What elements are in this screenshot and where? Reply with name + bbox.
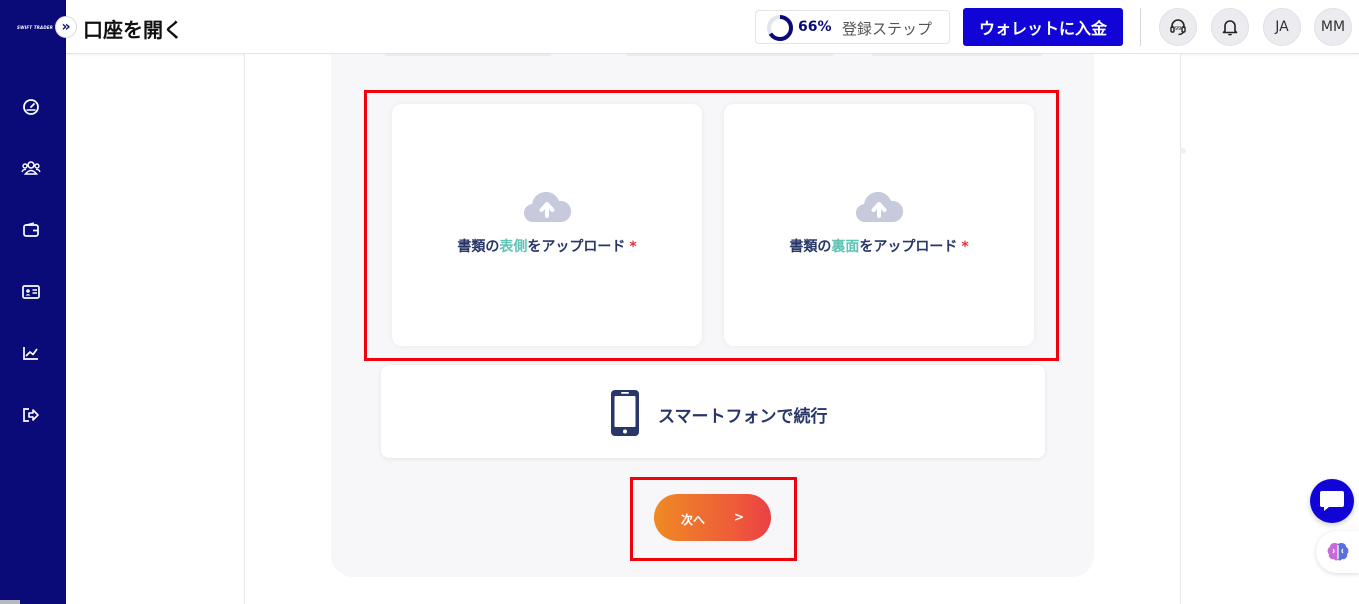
upload-front-dropzone[interactable]: 書類の表側をアップロード * — [392, 104, 702, 346]
header-divider — [1140, 8, 1141, 46]
ai-assistant-button[interactable] — [1316, 531, 1359, 573]
chevron-right-icon: > — [734, 510, 745, 524]
users-icon[interactable] — [21, 158, 41, 178]
double-chevron-right-icon: » — [61, 19, 71, 35]
cloud-upload-icon — [523, 191, 572, 223]
top-header: » 口座を開く 66% 登録ステップ ウォレットに入金 99 JA MM — [55, 0, 1359, 54]
brand-logo[interactable]: SWIFT TRADER — [17, 25, 53, 31]
upload-front-label: 書類の表側をアップロード * — [457, 239, 637, 255]
headset-icon: 99 — [1170, 19, 1186, 36]
notifications-button[interactable] — [1211, 8, 1249, 46]
previous-field-edge — [872, 54, 1042, 56]
page-title: 口座を開く — [83, 18, 183, 42]
support-button[interactable]: 99 — [1159, 8, 1197, 46]
user-avatar[interactable]: MM — [1314, 8, 1352, 46]
registration-progress[interactable]: 66% 登録ステップ — [755, 10, 950, 44]
wallet-icon[interactable] — [21, 220, 41, 240]
scrollbar-thumb[interactable] — [0, 600, 20, 604]
progress-percent: 66% — [798, 19, 832, 35]
id-card-icon[interactable] — [21, 282, 41, 302]
decorative-dot — [1180, 148, 1186, 154]
deposit-wallet-button[interactable]: ウォレットに入金 — [963, 8, 1123, 46]
svg-text:99: 99 — [1175, 26, 1181, 32]
language-selector[interactable]: JA — [1263, 8, 1301, 46]
upload-back-dropzone[interactable]: 書類の裏面をアップロード * — [724, 104, 1034, 346]
cloud-upload-icon — [855, 191, 904, 223]
dashboard-icon[interactable] — [21, 97, 41, 117]
chat-bubble-icon — [1320, 491, 1344, 511]
chart-icon[interactable] — [21, 343, 41, 363]
expand-sidebar-button[interactable]: » — [55, 16, 77, 38]
chat-button[interactable] — [1310, 479, 1354, 523]
progress-ring-icon — [767, 15, 793, 41]
progress-label: 登録ステップ — [842, 20, 933, 38]
continue-on-smartphone-label: スマートフォンで続行 — [658, 407, 828, 427]
upload-back-label: 書類の裏面をアップロード * — [789, 239, 969, 255]
continue-on-smartphone-button[interactable]: スマートフォンで続行 — [381, 365, 1045, 458]
bell-icon — [1222, 20, 1238, 36]
smartphone-icon — [611, 390, 639, 436]
logout-icon[interactable] — [21, 405, 41, 425]
next-button-label: 次へ — [681, 513, 706, 527]
brain-icon — [1327, 543, 1348, 561]
previous-field-edge — [627, 54, 833, 56]
sidebar: SWIFT TRADER — [0, 0, 66, 604]
next-button[interactable]: 次へ > — [654, 494, 771, 541]
previous-field-edge — [385, 54, 551, 56]
